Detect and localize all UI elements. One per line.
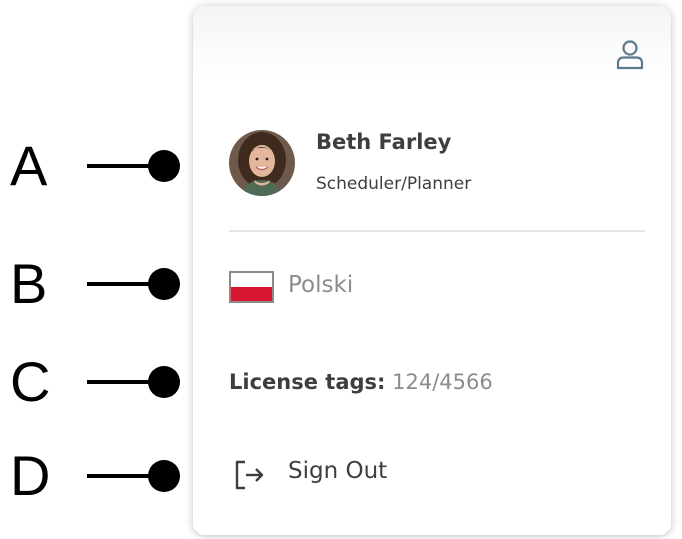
license-tags-value: 124/4566 — [392, 370, 493, 394]
callout-dot — [148, 150, 180, 182]
user-name: Beth Farley — [316, 130, 452, 154]
callout-dot — [148, 366, 180, 398]
annotated-screenshot: A B C D Beth Farley Scheduler/Planner Po… — [0, 0, 682, 539]
callout-line — [87, 474, 157, 478]
callout-line — [87, 164, 157, 168]
callout-d: D — [10, 446, 180, 506]
callout-line — [87, 380, 157, 384]
sign-out-icon — [233, 458, 267, 492]
callout-dot — [148, 268, 180, 300]
user-avatar — [229, 130, 295, 196]
callout-line — [87, 282, 157, 286]
language-label: Polski — [288, 272, 354, 298]
callout-letter: B — [10, 252, 48, 315]
callout-b: B — [10, 254, 180, 314]
sign-out-label: Sign Out — [288, 458, 388, 484]
user-menu-panel: Beth Farley Scheduler/Planner Polski Lic… — [193, 6, 671, 535]
license-tags-label: License tags: — [229, 370, 386, 394]
callout-letter: A — [10, 134, 48, 197]
callout-dot — [148, 460, 180, 492]
poland-flag-icon — [229, 271, 274, 303]
user-role: Scheduler/Planner — [316, 174, 472, 194]
sign-out-button[interactable]: Sign Out — [229, 452, 449, 496]
callout-a: A — [10, 136, 180, 196]
license-tags: License tags: 124/4566 — [229, 370, 493, 394]
divider — [229, 230, 645, 232]
user-outline-icon[interactable] — [613, 38, 647, 72]
callout-letter: C — [10, 350, 51, 413]
language-selector[interactable]: Polski — [229, 268, 529, 308]
callout-c: C — [10, 352, 180, 412]
callout-letter: D — [10, 444, 51, 507]
